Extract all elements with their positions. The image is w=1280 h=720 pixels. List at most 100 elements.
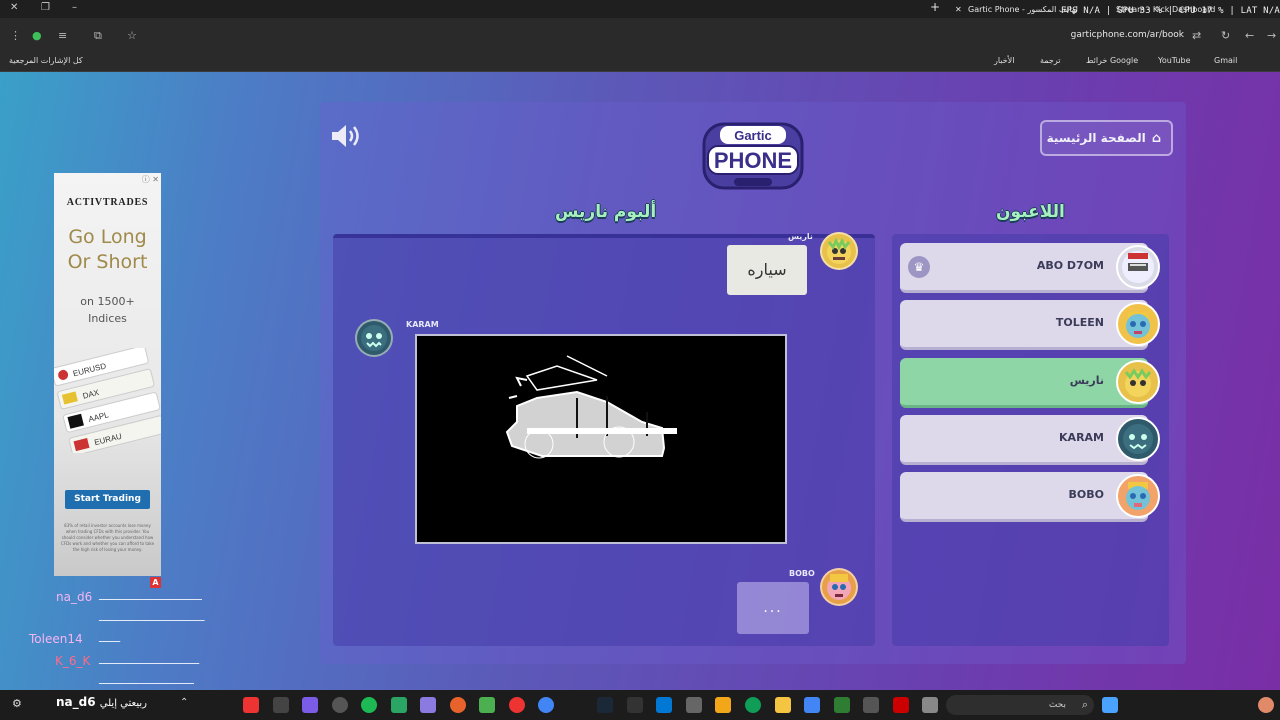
menu-icon[interactable]: ⋮	[10, 29, 21, 42]
ad-start-trading-button[interactable]: Start Trading	[65, 490, 150, 509]
chat-overlay-text: ربيعتي إيلي	[99, 698, 147, 709]
site-settings-icon[interactable]: ⇄	[1192, 29, 1201, 42]
app-icon[interactable]	[804, 697, 820, 713]
steam-app-icon[interactable]	[597, 697, 613, 713]
chat-username: Toleen14	[29, 632, 83, 646]
forward-arrow-icon[interactable]: →	[1267, 29, 1276, 42]
xbox-app-icon[interactable]	[834, 697, 850, 713]
bookmark-youtube[interactable]: YouTube	[1158, 56, 1191, 65]
chat-message: ــــــــــــــــــــــــــــــــــــ	[99, 677, 195, 687]
app-icon[interactable]	[450, 697, 466, 713]
player-row: BOBO	[900, 472, 1160, 522]
app-icon[interactable]	[509, 697, 525, 713]
restore-window-icon[interactable]: ❐	[41, 2, 50, 13]
avatar	[820, 568, 858, 606]
player-row: ناريس	[900, 358, 1160, 408]
url-field[interactable]: garticphone.com/ar/book	[1071, 30, 1184, 40]
ad-headline: Go Long Or Short	[54, 225, 161, 275]
lat-stat: LAT N/A	[1240, 6, 1280, 16]
spotify-app-icon[interactable]	[361, 697, 377, 713]
extensions-puzzle-icon[interactable]: ⧉	[94, 29, 102, 43]
app-icon[interactable]	[686, 697, 702, 713]
chat-message: ـــــــــــــــــــــــــــــــــــــــ	[99, 593, 203, 603]
album-author: BOBO	[789, 569, 815, 578]
app-icon[interactable]	[715, 697, 731, 713]
text-bubble: سياره	[727, 245, 807, 295]
ad-badge-icon[interactable]: A	[150, 577, 161, 588]
bookmark-maps[interactable]: خرائط Google	[1086, 56, 1138, 65]
app-icon[interactable]	[420, 697, 436, 713]
home-button-label: الصفحة الرئيسية	[1046, 131, 1146, 145]
reading-list-icon[interactable]: ≡	[58, 29, 67, 42]
minimize-window-icon[interactable]: –	[72, 2, 77, 13]
bookmark-star-icon[interactable]: ☆	[127, 29, 137, 42]
all-bookmarks-link[interactable]: كل الإشارات المرجعية	[9, 56, 83, 65]
app-icon[interactable]	[391, 697, 407, 713]
performance-overlay: FPS N/A | GPU 33 % | CPU 17 % | LAT N/A	[1060, 6, 1280, 16]
chat-message: ــــــــ	[99, 635, 121, 645]
home-button[interactable]: ⌂ الصفحة الرئيسية	[1040, 120, 1173, 156]
ad-disclaimer: 83% of retail investor accounts lose mon…	[60, 523, 155, 552]
fps-stat: FPS N/A	[1060, 6, 1101, 16]
advertisement[interactable]: ⓘ ✕ ACTIVTRADES Go Long Or Short on 1500…	[51, 173, 167, 576]
taskbar-search-placeholder: بحث	[1048, 700, 1066, 710]
taskbar-search[interactable]: بحث ⌕	[946, 695, 1094, 715]
album-title: ألبوم ناريس	[555, 202, 657, 222]
ad-headline-line2: Or Short	[67, 251, 148, 273]
app-icon[interactable]	[922, 697, 938, 713]
chat-overlay-user: na_d6	[56, 695, 96, 709]
edge-app-icon[interactable]	[745, 697, 761, 713]
chat-overlay-last-message: na_d6 ربيعتي إيلي	[56, 695, 147, 709]
player-name: ABO D7OM	[1036, 259, 1104, 272]
logo-top-text: Gartic	[734, 128, 772, 143]
app-icon[interactable]	[302, 697, 318, 713]
windows-start-icon[interactable]	[1102, 697, 1118, 713]
minecraft-app-icon[interactable]	[479, 697, 495, 713]
chevron-up-icon[interactable]: ⌃	[180, 697, 196, 713]
settings-tray-icon[interactable]: ⚙	[12, 697, 28, 713]
app-icon[interactable]	[863, 697, 879, 713]
players-title: اللاعبون	[996, 202, 1065, 222]
bookmark-gmail[interactable]: Gmail	[1214, 56, 1237, 65]
player-name: BOBO	[1068, 488, 1104, 501]
app-icon[interactable]	[627, 697, 643, 713]
bookmark-news[interactable]: الأخبار	[994, 56, 1014, 65]
app-icon[interactable]	[656, 697, 672, 713]
address-bar: ⋮ ● ≡ ⧉ ☆ garticphone.com/ar/book ⇄ ↻ ← …	[0, 18, 1280, 52]
stream-chat-overlay: na_d6 ــــــــــــــــــــــــــــــــــ…	[0, 590, 260, 690]
chat-username: K_6_K	[55, 654, 91, 668]
bookmark-translate[interactable]: ترجمة	[1040, 56, 1061, 65]
new-tab-button[interactable]: +	[930, 0, 940, 15]
bookmarks-bar: كل الإشارات المرجعية Gmail YouTube خرائط…	[0, 52, 1280, 72]
back-arrow-icon[interactable]: ←	[1245, 29, 1254, 42]
chrome-app-icon[interactable]	[538, 697, 554, 713]
app-icon[interactable]	[332, 697, 348, 713]
app-icon[interactable]	[273, 697, 289, 713]
tab-close-icon[interactable]: ✕	[955, 2, 962, 17]
sound-toggle-icon[interactable]	[330, 122, 364, 150]
player-name: ناريس	[1069, 374, 1104, 387]
avatar[interactable]	[1258, 697, 1274, 713]
youtube-app-icon[interactable]	[243, 697, 259, 713]
app-icon[interactable]	[893, 697, 909, 713]
extension-icon[interactable]: ●	[32, 29, 42, 42]
chat-username: na_d6	[56, 590, 93, 604]
ad-close-icon[interactable]: ⓘ ✕	[142, 174, 159, 185]
ad-ticker-tiles: EURUSD DAX AAPL EURAU	[51, 345, 167, 456]
reload-icon[interactable]: ↻	[1221, 29, 1230, 42]
loading-bubble: ...	[737, 582, 809, 634]
close-window-icon[interactable]: ✕	[10, 2, 18, 13]
home-icon: ⌂	[1151, 130, 1161, 146]
ad-subtext-line1: on 1500+	[80, 295, 135, 308]
player-avatar	[1116, 245, 1160, 289]
player-name: TOLEEN	[1055, 316, 1104, 329]
gpu-stat: GPU 33 %	[1117, 6, 1162, 16]
ad-subtext: on 1500+ Indices	[54, 293, 161, 327]
browser-tab-bar: ✕ ❐ – + ✕ Gartic Phone - الهاتف المكسور …	[0, 0, 1280, 18]
album-author: ناريس	[788, 232, 813, 241]
player-row: KARAM	[900, 415, 1160, 465]
album-author: KARAM	[406, 320, 439, 329]
avatar	[355, 319, 393, 357]
logo-bottom-text: PHONE	[714, 148, 792, 173]
file-explorer-icon[interactable]	[775, 697, 791, 713]
